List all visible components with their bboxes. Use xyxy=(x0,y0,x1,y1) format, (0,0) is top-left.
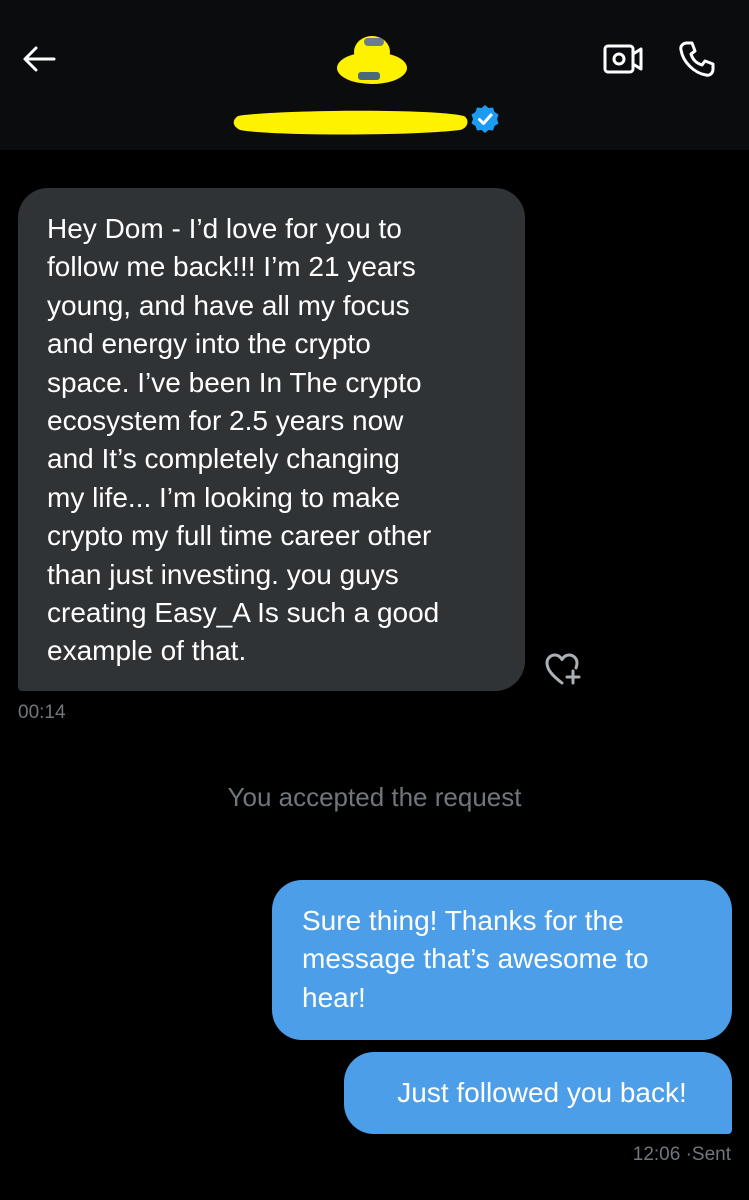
sent-status: Sent xyxy=(691,1144,731,1165)
received-message-time: 00:14 xyxy=(18,702,66,723)
verified-badge-icon xyxy=(471,105,499,133)
sent-message-bubble[interactable]: Sure thing! Thanks for the message that’… xyxy=(272,880,732,1040)
video-call-icon xyxy=(603,44,643,74)
video-call-button[interactable] xyxy=(598,36,648,82)
heart-plus-icon xyxy=(545,653,581,685)
name-redaction xyxy=(233,110,468,135)
request-accepted-notice: You accepted the request xyxy=(227,782,522,812)
back-button[interactable] xyxy=(16,36,62,82)
contact-name-row[interactable] xyxy=(232,100,512,140)
avatar-redaction xyxy=(337,36,407,84)
sent-message-time: 12:06 xyxy=(632,1144,681,1165)
sent-message-text: Just followed you back! xyxy=(397,1077,687,1108)
phone-call-button[interactable] xyxy=(672,34,722,84)
received-message-bubble[interactable]: Hey Dom - I’d love for you to follow me … xyxy=(18,188,525,691)
react-button[interactable] xyxy=(540,648,586,690)
sent-message-text: Sure thing! Thanks for the message that’… xyxy=(302,905,649,1013)
arrow-left-icon xyxy=(23,46,56,72)
received-message-text: Hey Dom - I’d love for you to follow me … xyxy=(47,213,440,667)
sent-message-meta: 12:06 ·Sent xyxy=(633,1144,731,1166)
phone-icon xyxy=(679,41,715,77)
conversation-header xyxy=(0,0,749,150)
sent-message-bubble[interactable]: Just followed you back! xyxy=(344,1052,732,1134)
avatar[interactable] xyxy=(336,34,408,86)
